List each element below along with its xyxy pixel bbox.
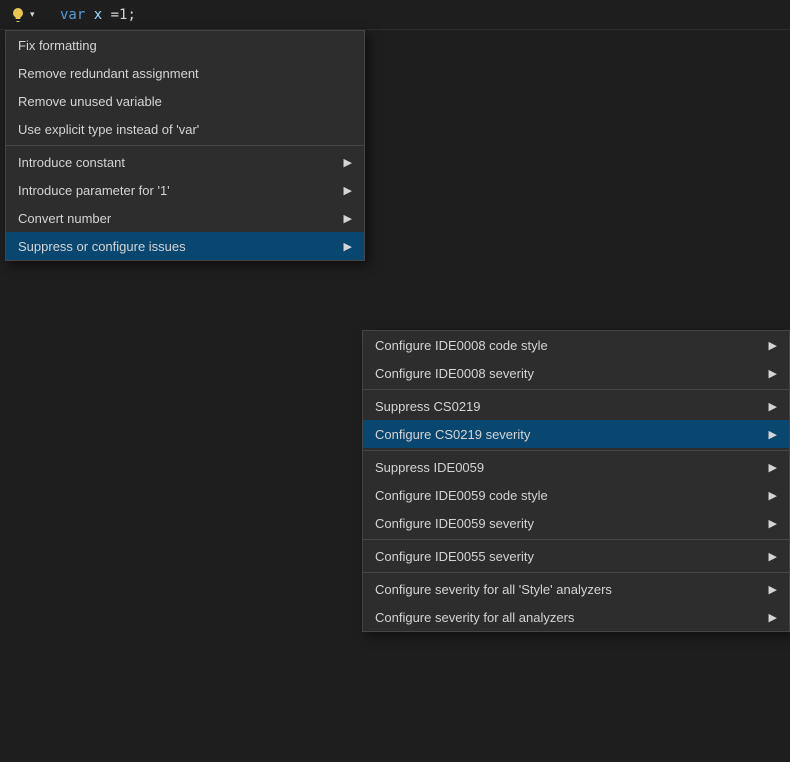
configure-ide0008-code-style-arrow: ▶ xyxy=(769,339,777,352)
introduce-parameter-arrow: ▶ xyxy=(344,184,352,197)
configure-severity-style-analyzers-arrow: ▶ xyxy=(769,583,777,596)
context-menu-left: Fix formatting Remove redundant assignme… xyxy=(5,30,365,261)
menu-item-introduce-parameter-label: Introduce parameter for '1' xyxy=(18,183,170,198)
submenu-item-configure-cs0219-severity-label: Configure CS0219 severity xyxy=(375,427,530,442)
introduce-constant-arrow: ▶ xyxy=(344,156,352,169)
menu-item-use-explicit-type-label: Use explicit type instead of 'var' xyxy=(18,122,199,137)
menu-item-remove-unused-variable-label: Remove unused variable xyxy=(18,94,162,109)
code-value: =1; xyxy=(111,7,136,23)
suppress-cs0219-arrow: ▶ xyxy=(769,400,777,413)
submenu-item-configure-severity-all-analyzers-label: Configure severity for all analyzers xyxy=(375,610,574,625)
submenu-separator-2 xyxy=(363,450,789,451)
configure-ide0059-severity-arrow: ▶ xyxy=(769,517,777,530)
submenu-item-suppress-ide0059-label: Suppress IDE0059 xyxy=(375,460,484,475)
submenu-item-configure-ide0059-code-style-label: Configure IDE0059 code style xyxy=(375,488,548,503)
suppress-ide0059-arrow: ▶ xyxy=(769,461,777,474)
menu-item-introduce-constant[interactable]: Introduce constant ▶ xyxy=(6,148,364,176)
submenu-item-suppress-cs0219[interactable]: Suppress CS0219 ▶ xyxy=(363,392,789,420)
submenu-item-configure-ide0055-severity[interactable]: Configure IDE0055 severity ▶ xyxy=(363,542,789,570)
lightbulb-dropdown-arrow[interactable]: ▾ xyxy=(30,9,35,20)
convert-number-arrow: ▶ xyxy=(344,212,352,225)
submenu-item-configure-severity-all-analyzers[interactable]: Configure severity for all analyzers ▶ xyxy=(363,603,789,631)
submenu-item-configure-ide0008-code-style[interactable]: Configure IDE0008 code style ▶ xyxy=(363,331,789,359)
menu-item-remove-redundant-assignment[interactable]: Remove redundant assignment xyxy=(6,59,364,87)
submenu-item-suppress-ide0059[interactable]: Suppress IDE0059 ▶ xyxy=(363,453,789,481)
editor-top-bar: ▾ var x =1; xyxy=(0,0,790,30)
context-menu-right: Configure IDE0008 code style ▶ Configure… xyxy=(362,330,790,632)
menu-item-convert-number-label: Convert number xyxy=(18,211,111,226)
submenu-separator-1 xyxy=(363,389,789,390)
menu-item-introduce-constant-label: Introduce constant xyxy=(18,155,125,170)
menu-item-suppress-or-configure-label: Suppress or configure issues xyxy=(18,239,186,254)
submenu-separator-4 xyxy=(363,572,789,573)
configure-ide0059-code-style-arrow: ▶ xyxy=(769,489,777,502)
menu-item-introduce-parameter[interactable]: Introduce parameter for '1' ▶ xyxy=(6,176,364,204)
submenu-item-configure-ide0059-code-style[interactable]: Configure IDE0059 code style ▶ xyxy=(363,481,789,509)
submenu-item-configure-ide0059-severity-label: Configure IDE0059 severity xyxy=(375,516,534,531)
submenu-item-configure-ide0008-code-style-label: Configure IDE0008 code style xyxy=(375,338,548,353)
menu-item-remove-unused-variable[interactable]: Remove unused variable xyxy=(6,87,364,115)
suppress-or-configure-arrow: ▶ xyxy=(344,240,352,253)
submenu-item-configure-ide0055-severity-label: Configure IDE0055 severity xyxy=(375,549,534,564)
menu-item-suppress-or-configure[interactable]: Suppress or configure issues ▶ xyxy=(6,232,364,260)
submenu-item-configure-severity-style-analyzers[interactable]: Configure severity for all 'Style' analy… xyxy=(363,575,789,603)
menu-item-use-explicit-type[interactable]: Use explicit type instead of 'var' xyxy=(6,115,364,143)
submenu-separator-3 xyxy=(363,539,789,540)
submenu-item-configure-ide0059-severity[interactable]: Configure IDE0059 severity ▶ xyxy=(363,509,789,537)
configure-cs0219-severity-arrow: ▶ xyxy=(769,428,777,441)
menu-item-fix-formatting[interactable]: Fix formatting xyxy=(6,31,364,59)
menu-separator-1 xyxy=(6,145,364,146)
configure-ide0008-severity-arrow: ▶ xyxy=(769,367,777,380)
lightbulb-icon[interactable] xyxy=(8,5,28,25)
submenu-item-configure-ide0008-severity-label: Configure IDE0008 severity xyxy=(375,366,534,381)
submenu-item-configure-cs0219-severity[interactable]: Configure CS0219 severity ▶ xyxy=(363,420,789,448)
code-keyword: var xyxy=(60,7,85,23)
submenu-item-configure-severity-style-analyzers-label: Configure severity for all 'Style' analy… xyxy=(375,582,612,597)
configure-severity-all-analyzers-arrow: ▶ xyxy=(769,611,777,624)
lightbulb-svg xyxy=(10,7,26,23)
menu-item-convert-number[interactable]: Convert number ▶ xyxy=(6,204,364,232)
editor-code-line: var x =1; xyxy=(60,0,136,30)
submenu-item-configure-ide0008-severity[interactable]: Configure IDE0008 severity ▶ xyxy=(363,359,789,387)
configure-ide0055-severity-arrow: ▶ xyxy=(769,550,777,563)
submenu-item-suppress-cs0219-label: Suppress CS0219 xyxy=(375,399,481,414)
menu-item-remove-redundant-assignment-label: Remove redundant assignment xyxy=(18,66,199,81)
menu-item-fix-formatting-label: Fix formatting xyxy=(18,38,97,53)
code-varname: x xyxy=(94,7,102,23)
